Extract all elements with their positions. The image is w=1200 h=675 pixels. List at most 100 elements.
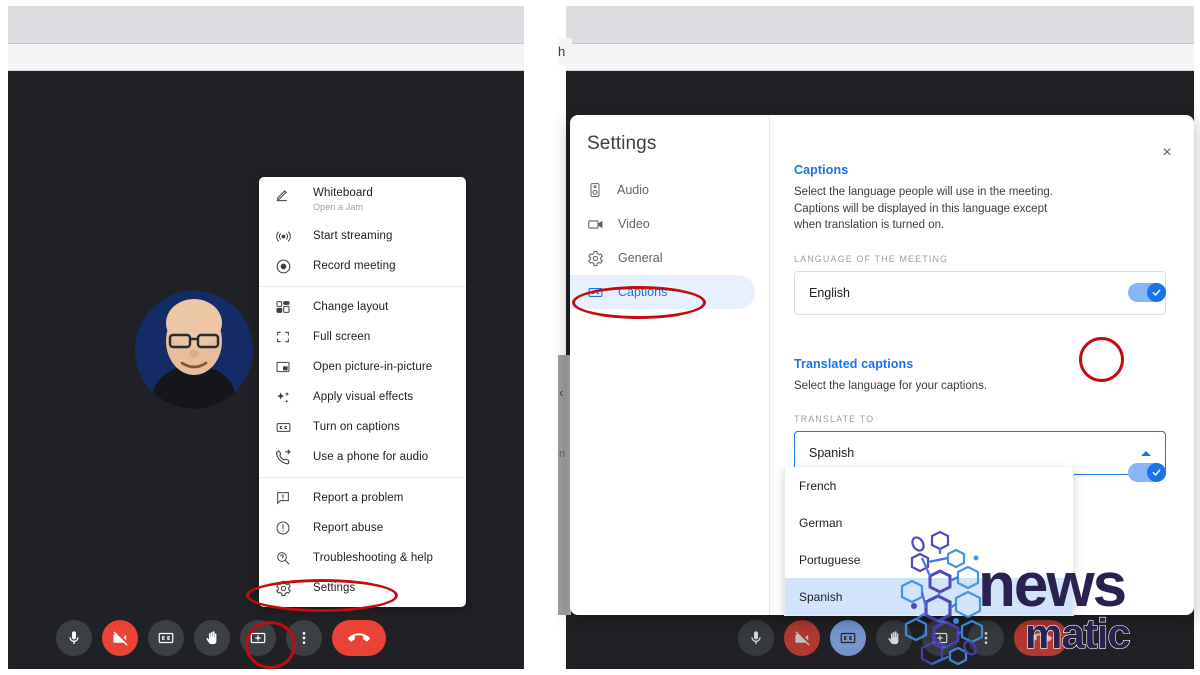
menu-item-start-streaming[interactable]: Start streaming xyxy=(259,221,466,251)
language-of-meeting-value: English xyxy=(809,285,850,300)
report-problem-icon xyxy=(271,490,313,506)
dropdown-option-portuguese[interactable]: Portuguese xyxy=(785,541,1073,578)
menu-item-troubleshooting-help[interactable]: Troubleshooting & help xyxy=(259,543,466,573)
translate-to-value: Spanish xyxy=(809,446,855,460)
menu-item-report-abuse[interactable]: Report abuse xyxy=(259,513,466,543)
translated-captions-section-title: Translated captions xyxy=(794,356,914,371)
dropdown-option-french[interactable]: French xyxy=(785,467,1073,504)
pencil-icon xyxy=(271,186,313,202)
dropdown-option-german[interactable]: German xyxy=(785,504,1073,541)
menu-text-start-streaming: Start streaming xyxy=(313,229,392,243)
microphone-button[interactable] xyxy=(56,620,92,656)
sparkle-icon xyxy=(271,389,313,406)
captions-section-description: Select the language people will use in t… xyxy=(794,186,1053,231)
sidebar-item-video[interactable]: Video xyxy=(570,207,755,241)
settings-title: Settings xyxy=(587,133,657,154)
camera-button[interactable] xyxy=(102,620,138,656)
browser-toolbar-left[interactable] xyxy=(8,44,524,71)
raise-hand-button[interactable] xyxy=(876,620,912,656)
menu-text-whiteboard: Whiteboard Open a Jam xyxy=(313,186,373,213)
menu-item-apply-visual-effects[interactable]: Apply visual effects xyxy=(259,382,466,412)
menu-label: Full screen xyxy=(313,331,371,343)
overflow-menu: Whiteboard Open a Jam Start streaming Re… xyxy=(259,177,466,607)
fullscreen-icon xyxy=(271,329,313,345)
menu-text-open-picture-in-picture: Open picture-in-picture xyxy=(313,360,432,374)
tab-title-fragment: h xyxy=(558,38,572,65)
cc-icon xyxy=(271,419,313,436)
speaker-icon xyxy=(587,182,603,198)
menu-label: Use a phone for audio xyxy=(313,451,429,463)
menu-item-settings[interactable]: Settings xyxy=(259,573,466,603)
more-options-button[interactable] xyxy=(286,620,322,656)
cc-icon xyxy=(587,284,604,301)
menu-text-settings: Settings xyxy=(313,581,355,595)
captions-toggle[interactable] xyxy=(1128,283,1166,302)
avatar xyxy=(135,291,253,409)
record-icon xyxy=(271,258,313,275)
translated-captions-section-description: Select the language for your captions. xyxy=(794,379,988,392)
menu-label: Apply visual effects xyxy=(313,391,414,403)
menu-text-turn-on-captions: Turn on captions xyxy=(313,420,400,434)
menu-item-report-a-problem[interactable]: Report a problem xyxy=(259,483,466,513)
translated-captions-toggle[interactable] xyxy=(1128,463,1166,482)
leave-call-button[interactable] xyxy=(1014,620,1068,656)
present-button[interactable] xyxy=(240,620,276,656)
sidebar-item-label: Video xyxy=(618,217,650,231)
browser-titlebar-left[interactable] xyxy=(8,6,524,44)
sidebar-item-label: General xyxy=(618,251,663,265)
gear-icon xyxy=(271,580,313,597)
menu-text-full-screen: Full screen xyxy=(313,330,370,344)
raise-hand-button[interactable] xyxy=(194,620,230,656)
broadcast-icon xyxy=(271,228,313,245)
microphone-button[interactable] xyxy=(738,620,774,656)
browser-titlebar-right[interactable] xyxy=(566,6,1194,44)
menu-item-open-picture-in-picture[interactable]: Open picture-in-picture xyxy=(259,352,466,382)
menu-label: Troubleshooting & help xyxy=(313,552,434,564)
language-of-meeting-select[interactable]: English xyxy=(794,270,1166,315)
menu-item-full-screen[interactable]: Full screen xyxy=(259,322,466,352)
menu-text-change-layout: Change layout xyxy=(313,300,388,314)
menu-item-whiteboard[interactable]: Whiteboard Open a Jam xyxy=(259,183,466,221)
camera-button[interactable] xyxy=(784,620,820,656)
meet-control-bar-left xyxy=(8,607,524,669)
edge-letter-fragment: n xyxy=(559,448,566,460)
phone-forward-icon xyxy=(271,449,313,466)
menu-label: Start streaming xyxy=(313,230,393,242)
browser-toolbar-right[interactable] xyxy=(566,44,1194,71)
sidebar-item-audio[interactable]: Audio xyxy=(570,173,755,207)
meet-control-bar-right xyxy=(566,607,1194,669)
menu-item-change-layout[interactable]: Change layout xyxy=(259,292,466,322)
sidebar-item-label: Captions xyxy=(618,285,668,299)
menu-text-troubleshooting-help: Troubleshooting & help xyxy=(313,551,433,565)
dropdown-option-spanish[interactable]: Spanish xyxy=(785,578,1073,615)
language-of-meeting-label: LANGUAGE OF THE MEETING xyxy=(794,253,949,264)
captions-button[interactable] xyxy=(148,620,184,656)
translate-to-label: TRANSLATE TO xyxy=(794,414,875,424)
chevron-up-icon xyxy=(1141,450,1151,456)
captions-section-title: Captions xyxy=(794,163,849,177)
menu-item-record-meeting[interactable]: Record meeting xyxy=(259,251,466,281)
menu-text-apply-visual-effects: Apply visual effects xyxy=(313,390,413,404)
translate-to-dropdown: French German Portuguese Spanish xyxy=(784,467,1074,616)
captions-button[interactable] xyxy=(830,620,866,656)
menu-divider xyxy=(259,477,466,478)
sidebar-item-label: Audio xyxy=(617,183,649,197)
menu-item-turn-on-captions[interactable]: Turn on captions xyxy=(259,412,466,442)
sidebar-item-captions[interactable]: Captions xyxy=(570,275,755,309)
more-options-button[interactable] xyxy=(968,620,1004,656)
menu-label: Settings xyxy=(313,582,356,594)
menu-text-report-abuse: Report abuse xyxy=(313,521,383,535)
close-icon[interactable]: × xyxy=(1157,143,1177,163)
pip-icon xyxy=(271,359,313,375)
leave-call-button[interactable] xyxy=(332,620,386,656)
menu-item-use-a-phone-for-audio[interactable]: Use a phone for audio xyxy=(259,442,466,472)
sidebar-item-general[interactable]: General xyxy=(570,241,755,275)
check-icon xyxy=(1147,283,1166,302)
layout-icon xyxy=(271,299,313,315)
menu-label: Whiteboard xyxy=(313,187,373,199)
menu-label: Record meeting xyxy=(313,260,396,272)
chevron-left-icon[interactable]: ‹ xyxy=(559,385,563,400)
present-button[interactable] xyxy=(922,620,958,656)
gear-icon xyxy=(587,250,604,267)
menu-text-use-a-phone-for-audio: Use a phone for audio xyxy=(313,450,428,464)
